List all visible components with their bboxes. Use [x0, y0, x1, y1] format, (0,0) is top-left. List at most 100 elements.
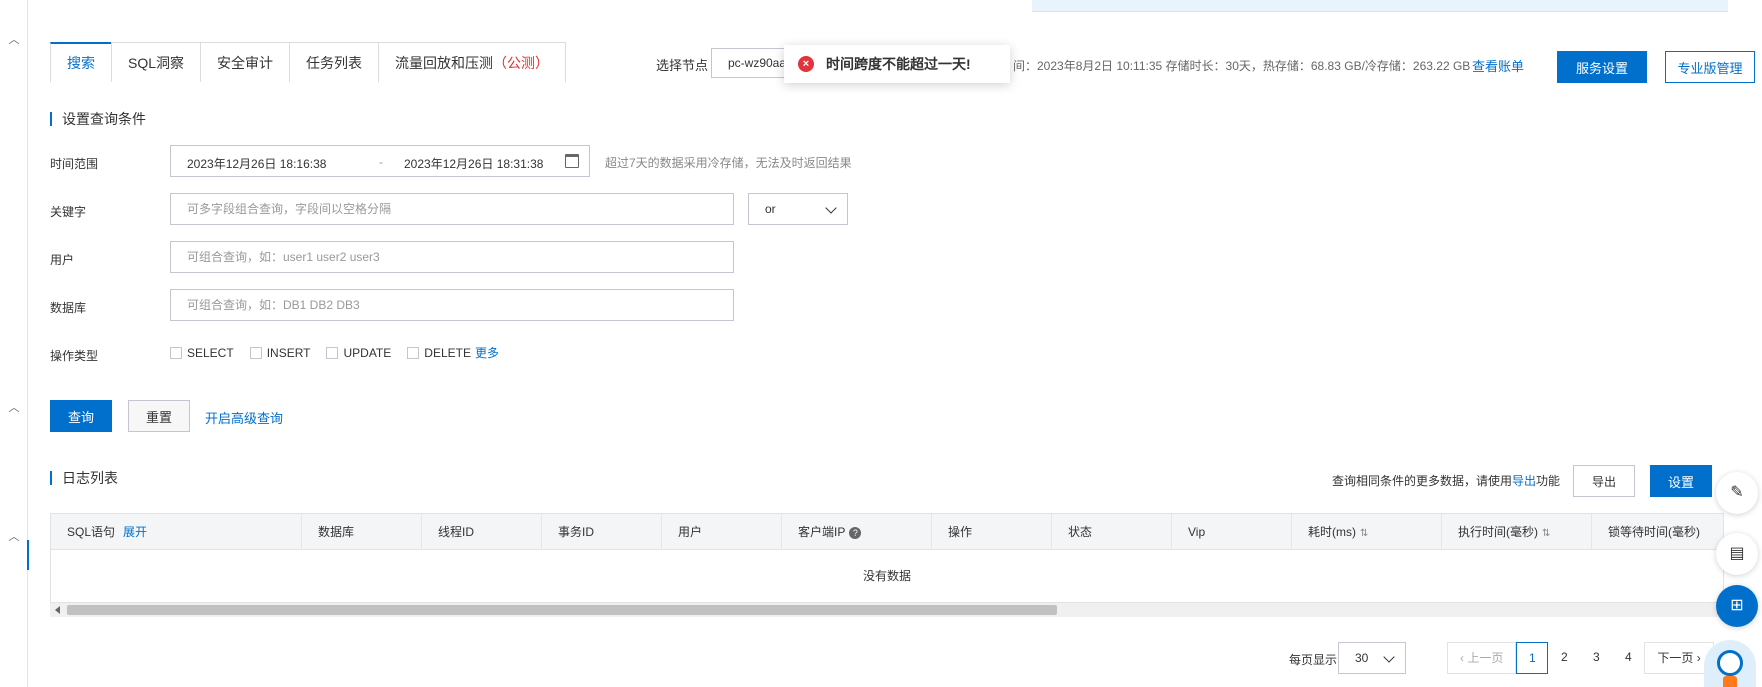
- operation-type-checkboxes: SELECT INSERT UPDATE DELETE 更多: [170, 344, 499, 361]
- checkbox-box[interactable]: [407, 346, 420, 359]
- range-separator: -: [379, 155, 383, 169]
- logic-select-value: or: [765, 202, 776, 216]
- tab-beta-suffix: （公测）: [493, 55, 550, 71]
- date-range-picker[interactable]: 2023年12月26日 18:16:38 - 2023年12月26日 18:31…: [170, 145, 590, 177]
- page-1-button[interactable]: 1: [1516, 642, 1549, 674]
- keyword-input[interactable]: [170, 193, 734, 225]
- end-time: 2023年12月26日 18:31:38: [404, 157, 544, 171]
- rail-active-indicator: [27, 540, 29, 570]
- page-3-button[interactable]: 3: [1580, 642, 1613, 674]
- page-size-select[interactable]: 30: [1338, 642, 1406, 674]
- column-title: 事务ID: [558, 525, 595, 539]
- query-button[interactable]: 查询: [50, 400, 112, 432]
- export-hint-text: 功能: [1536, 474, 1561, 488]
- operation-type-label: 操作类型: [50, 349, 99, 363]
- pagination: ‹ 上一页 1 2 3 4 下一页 ›: [1447, 642, 1714, 674]
- export-button[interactable]: 导出: [1573, 465, 1635, 497]
- page-2-button[interactable]: 2: [1548, 642, 1581, 674]
- col-status: 状态: [1052, 514, 1172, 550]
- user-label: 用户: [50, 253, 75, 267]
- log-table: SQL语句 展开 数据库 线程ID 事务ID 用户 客户端IP? 操作 状态 Vi…: [50, 513, 1724, 603]
- view-bill-link[interactable]: 查看账单: [1472, 56, 1524, 75]
- tab-label: 任务列表: [306, 55, 363, 71]
- pro-manage-button[interactable]: 专业版管理: [1665, 51, 1755, 83]
- tab-label: 搜索: [67, 55, 95, 71]
- top-notice-banner: [1032, 0, 1728, 12]
- logic-select[interactable]: or: [748, 193, 848, 225]
- apps-grid-icon[interactable]: ⊞: [1716, 585, 1758, 627]
- tab-label: SQL洞察: [128, 55, 185, 71]
- tab-traffic-replay[interactable]: 流量回放和压测（公测）: [378, 42, 567, 82]
- edit-icon[interactable]: ✎: [1716, 472, 1758, 514]
- export-hint-text: 查询相同条件的更多数据，请使用: [1332, 474, 1513, 488]
- chevron-down-icon: [1383, 651, 1395, 663]
- tab-search[interactable]: 搜索: [50, 42, 111, 82]
- message-icon[interactable]: ▤: [1716, 533, 1758, 575]
- tab-task-list[interactable]: 任务列表: [289, 42, 379, 82]
- column-title: 执行时间(毫秒): [1458, 525, 1538, 539]
- main-tabs: 搜索 SQL洞察 安全审计 任务列表 流量回放和压测（公测）: [50, 42, 567, 82]
- checkbox-box[interactable]: [249, 346, 262, 359]
- checkbox-box[interactable]: [326, 346, 339, 359]
- col-sql: SQL语句 展开: [51, 514, 302, 550]
- column-title: 耗时(ms): [1308, 525, 1356, 539]
- scroll-left-icon[interactable]: [55, 606, 60, 614]
- col-exec-time[interactable]: 执行时间(毫秒) ⇅: [1442, 514, 1592, 550]
- prev-page-button[interactable]: ‹ 上一页: [1447, 642, 1517, 674]
- column-title: 锁等待时间(毫秒): [1608, 525, 1700, 539]
- col-user: 用户: [662, 514, 782, 550]
- collapse-caret-icon[interactable]: ︿: [8, 531, 20, 543]
- column-title: 线程ID: [438, 525, 475, 539]
- log-section-title: 日志列表: [50, 471, 118, 485]
- tab-label: 安全审计: [217, 55, 274, 71]
- column-title: 客户端IP: [798, 525, 846, 539]
- checkbox-select[interactable]: SELECT: [170, 346, 234, 360]
- sort-icon[interactable]: ⇅: [1360, 528, 1368, 539]
- checkbox-box[interactable]: [170, 346, 182, 359]
- help-icon[interactable]: ?: [849, 526, 862, 539]
- query-section-title: 设置查询条件: [50, 112, 146, 126]
- toast-message: 时间跨度不能超过一天!: [826, 56, 971, 72]
- checkbox-label: DELETE: [424, 345, 471, 360]
- time-range-label: 时间范围: [50, 157, 99, 171]
- column-title: 用户: [678, 525, 703, 539]
- table-horizontal-scrollbar[interactable]: [50, 603, 1724, 617]
- checkbox-delete[interactable]: DELETE: [407, 346, 471, 360]
- more-op-types-link[interactable]: 更多: [475, 344, 499, 361]
- reset-button[interactable]: 重置: [128, 400, 190, 432]
- checkbox-label: SELECT: [187, 345, 234, 360]
- export-hint: 查询相同条件的更多数据，请使用导出功能: [1332, 472, 1560, 489]
- database-label: 数据库: [50, 301, 87, 315]
- calendar-icon[interactable]: [565, 154, 579, 168]
- col-vip: Vip: [1172, 514, 1292, 550]
- checkbox-insert[interactable]: INSERT: [249, 345, 311, 360]
- expand-sql-link[interactable]: 展开: [123, 525, 147, 539]
- col-database: 数据库: [302, 514, 422, 550]
- database-input[interactable]: [170, 289, 734, 321]
- checkbox-label: INSERT: [266, 345, 311, 360]
- tab-security-audit[interactable]: 安全审计: [200, 42, 290, 82]
- chevron-down-icon: [825, 202, 837, 214]
- column-title: 数据库: [318, 525, 355, 539]
- collapse-caret-icon[interactable]: ︿: [8, 34, 20, 46]
- tab-sql-insight[interactable]: SQL洞察: [111, 42, 201, 82]
- service-settings-button[interactable]: 服务设置: [1557, 51, 1647, 83]
- export-hint-link[interactable]: 导出: [1512, 474, 1536, 488]
- sort-icon[interactable]: ⇅: [1542, 528, 1550, 539]
- user-input[interactable]: [170, 241, 734, 273]
- collapse-caret-icon[interactable]: ︿: [8, 402, 20, 414]
- table-settings-button[interactable]: 设置: [1650, 465, 1712, 497]
- col-operation: 操作: [932, 514, 1052, 550]
- assistant-avatar-icon[interactable]: [1704, 640, 1756, 687]
- checkbox-update[interactable]: UPDATE: [326, 346, 391, 360]
- assistant-badge: [1723, 676, 1737, 687]
- scrollbar-thumb[interactable]: [67, 605, 1057, 615]
- col-client-ip: 客户端IP?: [782, 514, 932, 550]
- page-size-label: 每页显示: [1289, 653, 1338, 667]
- left-rail: ︿ ︿ ︿: [0, 0, 29, 687]
- checkbox-label: UPDATE: [343, 345, 392, 360]
- advanced-query-link[interactable]: 开启高级查询: [205, 408, 283, 427]
- page-4-button[interactable]: 4: [1612, 642, 1645, 674]
- col-duration[interactable]: 耗时(ms) ⇅: [1292, 514, 1442, 550]
- page-size-value: 30: [1355, 651, 1369, 665]
